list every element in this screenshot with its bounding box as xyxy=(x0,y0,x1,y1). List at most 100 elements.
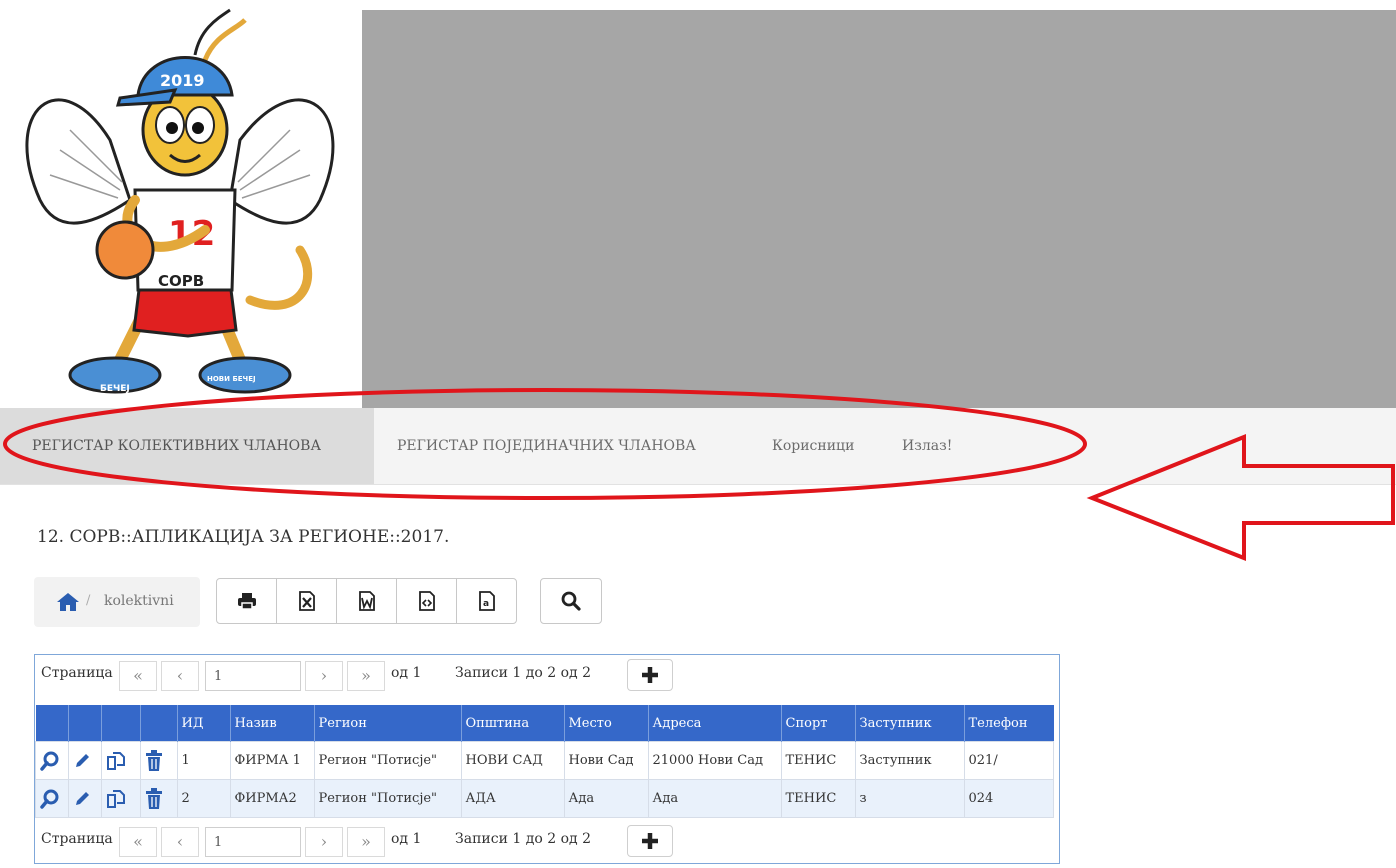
pager-top: Страница « ‹ › » од 1 Записи 1 до 2 од 2 xyxy=(35,655,1059,695)
table-row: 1 ФИРМА 1 Регион "Потисје" НОВИ САД Нови… xyxy=(35,741,1054,780)
prev-page-button[interactable]: ‹ xyxy=(161,661,199,691)
header-banner xyxy=(362,10,1396,408)
jersey-text: СОРВ xyxy=(158,272,204,290)
records-table: ИД Назив Регион Општина Место Адреса Спо… xyxy=(35,705,1054,818)
nav-item-collective-register[interactable]: РЕГИСТАР КОЛЕКТИВНИХ ЧЛАНОВА xyxy=(0,408,374,484)
cap-year: 2019 xyxy=(160,71,205,90)
nav-item-individual-register[interactable]: РЕГИСТАР ПОЈЕДИНАЧНИХ ЧЛАНОВА xyxy=(397,408,696,484)
copy-icon[interactable] xyxy=(106,789,126,809)
main-nav: РЕГИСТАР КОЛЕКТИВНИХ ЧЛАНОВА РЕГИСТАР ПО… xyxy=(0,408,1396,485)
table-row: 2 ФИРМА2 Регион "Потисје" АДА Ада Ада ТЕ… xyxy=(35,779,1054,818)
home-icon[interactable] xyxy=(56,592,80,612)
export-word-button[interactable] xyxy=(336,578,397,624)
copy-cell xyxy=(100,779,141,818)
page-number-input[interactable] xyxy=(205,661,301,691)
nav-item-logout[interactable]: Излаз! xyxy=(902,408,952,484)
cell-municipality: НОВИ САД xyxy=(460,741,565,780)
cell-sport: ТЕНИС xyxy=(780,741,856,780)
column-header-region[interactable]: Регион xyxy=(314,705,462,742)
copy-icon[interactable] xyxy=(106,751,126,771)
excel-icon xyxy=(298,591,315,611)
column-header-address[interactable]: Адреса xyxy=(648,705,782,742)
logo: БЕЧЕЈ НОВИ БЕЧЕЈ 12 СОРВ 2019 xyxy=(0,0,362,408)
delete-icon[interactable] xyxy=(145,787,163,810)
view-icon[interactable] xyxy=(40,789,60,809)
xml-icon xyxy=(418,591,435,611)
column-header-name[interactable]: Назив xyxy=(230,705,315,742)
cell-sport: ТЕНИС xyxy=(780,779,856,818)
records-info: Записи 1 до 2 од 2 xyxy=(455,831,591,847)
first-page-button[interactable]: « xyxy=(119,661,157,691)
next-page-button[interactable]: › xyxy=(305,661,343,691)
view-cell xyxy=(35,741,69,780)
column-header-phone[interactable]: Телефон xyxy=(964,705,1054,742)
copy-cell xyxy=(100,741,141,780)
cell-address: Ада xyxy=(647,779,782,818)
add-record-button[interactable] xyxy=(627,659,673,691)
column-header-municipality[interactable]: Општина xyxy=(461,705,565,742)
breadcrumb-current[interactable]: kolektivni xyxy=(104,593,174,609)
edit-icon[interactable] xyxy=(73,790,91,808)
export-text-button[interactable]: a xyxy=(456,578,517,624)
shoe-right-text: НОВИ БЕЧЕЈ xyxy=(207,375,256,383)
prev-page-button[interactable]: ‹ xyxy=(161,827,199,857)
action-column-header xyxy=(140,705,178,742)
nav-item-users[interactable]: Корисници xyxy=(772,408,854,484)
view-cell xyxy=(35,779,69,818)
print-button[interactable] xyxy=(216,578,277,624)
cell-place: Ада xyxy=(563,779,649,818)
cell-region: Регион "Потисје" xyxy=(313,779,462,818)
mascot-logo: БЕЧЕЈ НОВИ БЕЧЕЈ 12 СОРВ 2019 xyxy=(25,8,335,394)
view-icon[interactable] xyxy=(40,751,60,771)
add-record-button[interactable] xyxy=(627,825,673,857)
next-page-button[interactable]: › xyxy=(305,827,343,857)
cell-municipality: АДА xyxy=(460,779,565,818)
cell-phone: 024 xyxy=(963,779,1054,818)
cell-representative: з xyxy=(854,779,965,818)
column-header-id[interactable]: ИД xyxy=(177,705,231,742)
text-icon: a xyxy=(478,591,495,611)
cell-id: 2 xyxy=(176,779,231,818)
cell-place: Нови Сад xyxy=(563,741,649,780)
column-header-representative[interactable]: Заступник xyxy=(855,705,965,742)
action-column-header xyxy=(35,705,69,742)
search-icon xyxy=(561,591,581,611)
export-xml-button[interactable] xyxy=(396,578,457,624)
column-header-place[interactable]: Место xyxy=(564,705,649,742)
table-header-row: ИД Назив Регион Општина Место Адреса Спо… xyxy=(35,705,1054,742)
export-toolbar: a xyxy=(216,578,517,624)
delete-cell xyxy=(139,779,178,818)
pager-label: Страница xyxy=(41,831,113,847)
action-column-header xyxy=(101,705,141,742)
cell-representative: Заступник xyxy=(854,741,965,780)
page-of-label: од 1 xyxy=(391,665,422,681)
breadcrumb-separator: / xyxy=(86,593,91,608)
plus-icon xyxy=(642,833,658,849)
edit-cell xyxy=(67,779,102,818)
print-icon xyxy=(237,593,256,610)
last-page-button[interactable]: » xyxy=(347,827,385,857)
search-button[interactable] xyxy=(540,578,602,624)
word-icon xyxy=(358,591,375,611)
first-page-button[interactable]: « xyxy=(119,827,157,857)
cell-name: ФИРМА2 xyxy=(229,779,315,818)
cell-name: ФИРМА 1 xyxy=(229,741,315,780)
column-header-sport[interactable]: Спорт xyxy=(781,705,856,742)
shoe-left-text: БЕЧЕЈ xyxy=(100,384,130,394)
plus-icon xyxy=(642,667,658,683)
cell-id: 1 xyxy=(176,741,231,780)
pager-label: Страница xyxy=(41,665,113,681)
export-excel-button[interactable] xyxy=(276,578,337,624)
page-of-label: од 1 xyxy=(391,831,422,847)
cell-address: 21000 Нови Сад xyxy=(647,741,782,780)
pager-bottom: Страница « ‹ › » од 1 Записи 1 до 2 од 2 xyxy=(35,821,1059,861)
edit-icon[interactable] xyxy=(73,752,91,770)
cell-phone: 021/ xyxy=(963,741,1054,780)
delete-icon[interactable] xyxy=(145,749,163,772)
data-grid: Страница « ‹ › » од 1 Записи 1 до 2 од 2… xyxy=(34,654,1060,864)
breadcrumb: / kolektivni xyxy=(34,577,200,627)
delete-cell xyxy=(139,741,178,780)
cell-region: Регион "Потисје" xyxy=(313,741,462,780)
last-page-button[interactable]: » xyxy=(347,661,385,691)
page-number-input[interactable] xyxy=(205,827,301,857)
